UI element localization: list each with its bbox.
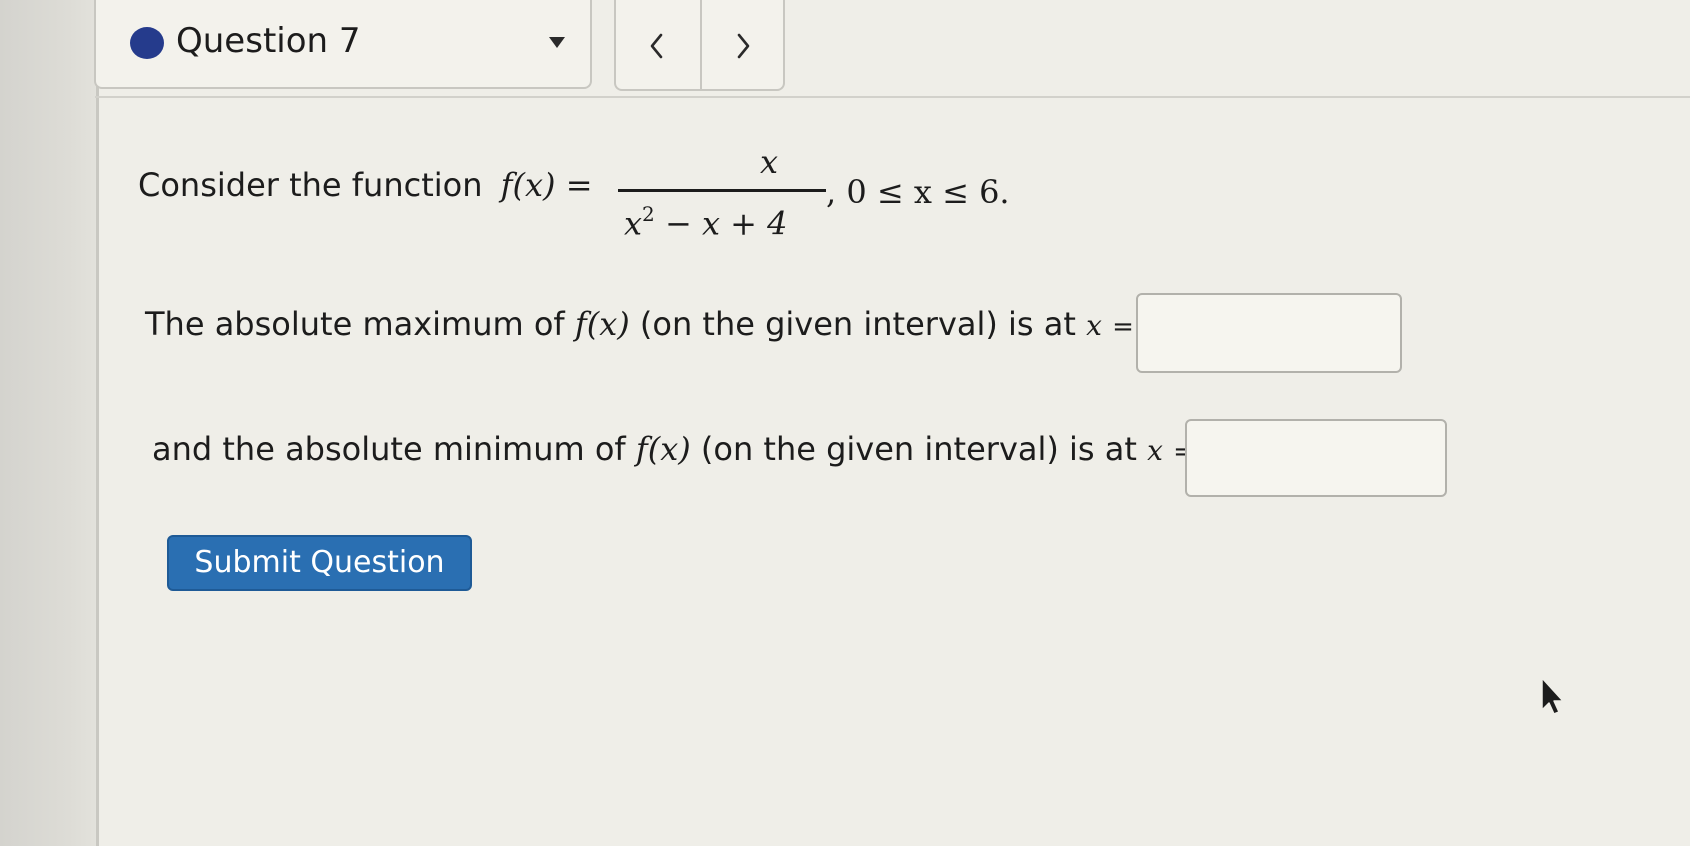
max-x-var: x — [1086, 309, 1102, 342]
next-question-button[interactable] — [702, 0, 783, 89]
min-prefix: and the absolute minimum of — [152, 430, 626, 468]
min-fx: f(x) — [635, 430, 691, 468]
question-label: Question 7 — [176, 21, 361, 61]
intro-text: Consider the function — [138, 166, 483, 204]
max-mid: (on the given interval) is at — [639, 305, 1076, 343]
absolute-min-input[interactable] — [1185, 419, 1447, 497]
question-nav — [614, 0, 785, 91]
chevron-left-icon — [650, 33, 663, 59]
function-name: f(x) = — [500, 166, 593, 204]
page-left-edge — [96, 0, 99, 846]
denominator-base: x — [624, 204, 643, 243]
screen-bezel — [0, 0, 98, 846]
submit-question-button[interactable]: Submit Question — [167, 535, 472, 591]
min-mid: (on the given interval) is at — [700, 430, 1137, 468]
max-prompt: The absolute maximum of f(x) (on the giv… — [145, 302, 1134, 349]
absolute-max-input[interactable] — [1136, 293, 1402, 373]
denominator-rest: − x + 4 — [654, 204, 788, 243]
min-prompt: and the absolute minimum of f(x) (on the… — [152, 427, 1195, 474]
max-fx: f(x) — [574, 305, 630, 343]
max-prefix: The absolute maximum of — [145, 305, 565, 343]
question-selector[interactable]: Question 7 — [94, 0, 592, 89]
domain-interval: , 0 ≤ x ≤ 6. — [826, 173, 1010, 211]
question-status-dot — [130, 27, 164, 59]
chevron-right-icon — [737, 33, 750, 59]
mouse-pointer-icon — [1541, 677, 1564, 715]
function-definition: Consider the function f(x) = — [138, 163, 593, 207]
min-x-var: x — [1147, 434, 1163, 467]
question-page — [99, 0, 1690, 846]
fraction-denominator: x2 − x + 4 — [624, 196, 788, 244]
previous-question-button[interactable] — [616, 0, 702, 89]
denominator-exponent: 2 — [642, 202, 655, 226]
fraction-numerator: x — [759, 143, 779, 181]
fraction-bar — [618, 189, 826, 192]
header-divider — [95, 96, 1690, 98]
max-equals: = — [1112, 312, 1134, 342]
dropdown-caret-icon — [549, 37, 565, 48]
